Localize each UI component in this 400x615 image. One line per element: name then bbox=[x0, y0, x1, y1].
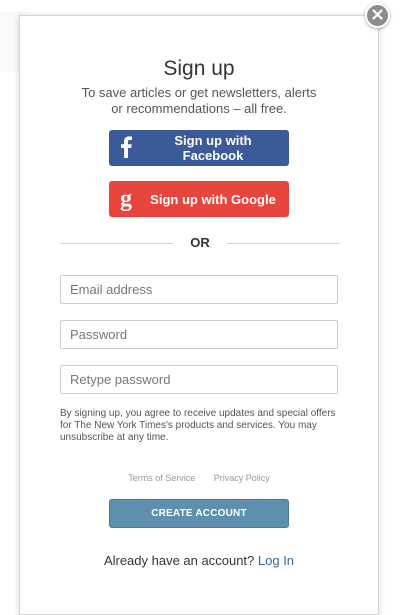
email-field[interactable] bbox=[60, 275, 338, 304]
privacy-policy-link[interactable]: Privacy Policy bbox=[214, 473, 270, 483]
password-field[interactable] bbox=[60, 320, 338, 349]
facebook-signup-label: Sign up with Facebook bbox=[174, 133, 252, 163]
or-divider: OR bbox=[60, 235, 340, 251]
terms-of-service-link[interactable]: Terms of Service bbox=[128, 473, 195, 483]
create-account-button[interactable]: CREATE ACCOUNT bbox=[109, 499, 289, 528]
facebook-icon bbox=[109, 135, 143, 161]
google-signup-button[interactable]: g Sign up with Google bbox=[109, 181, 289, 217]
legal-disclaimer: By signing up, you agree to receive upda… bbox=[60, 408, 336, 443]
modal-subtitle: To save articles or get newsletters, ale… bbox=[81, 85, 317, 116]
policy-links: Terms of Service Privacy Policy bbox=[20, 473, 378, 483]
divider-line-right bbox=[227, 243, 340, 244]
login-prompt: Already have an account? bbox=[103, 553, 255, 568]
retype-password-field[interactable] bbox=[60, 365, 338, 394]
close-icon bbox=[372, 7, 383, 25]
login-link[interactable]: Log In bbox=[258, 553, 294, 568]
close-button[interactable] bbox=[365, 3, 390, 28]
google-icon: g bbox=[120, 186, 132, 212]
signup-modal: Sign up To save articles or get newslett… bbox=[19, 15, 379, 615]
login-prompt-row: Already have an account? Log In bbox=[20, 553, 378, 568]
facebook-signup-button[interactable]: Sign up with Facebook bbox=[109, 130, 289, 166]
modal-title: Sign up bbox=[163, 57, 235, 80]
google-signup-label: Sign up with Google bbox=[150, 191, 276, 207]
